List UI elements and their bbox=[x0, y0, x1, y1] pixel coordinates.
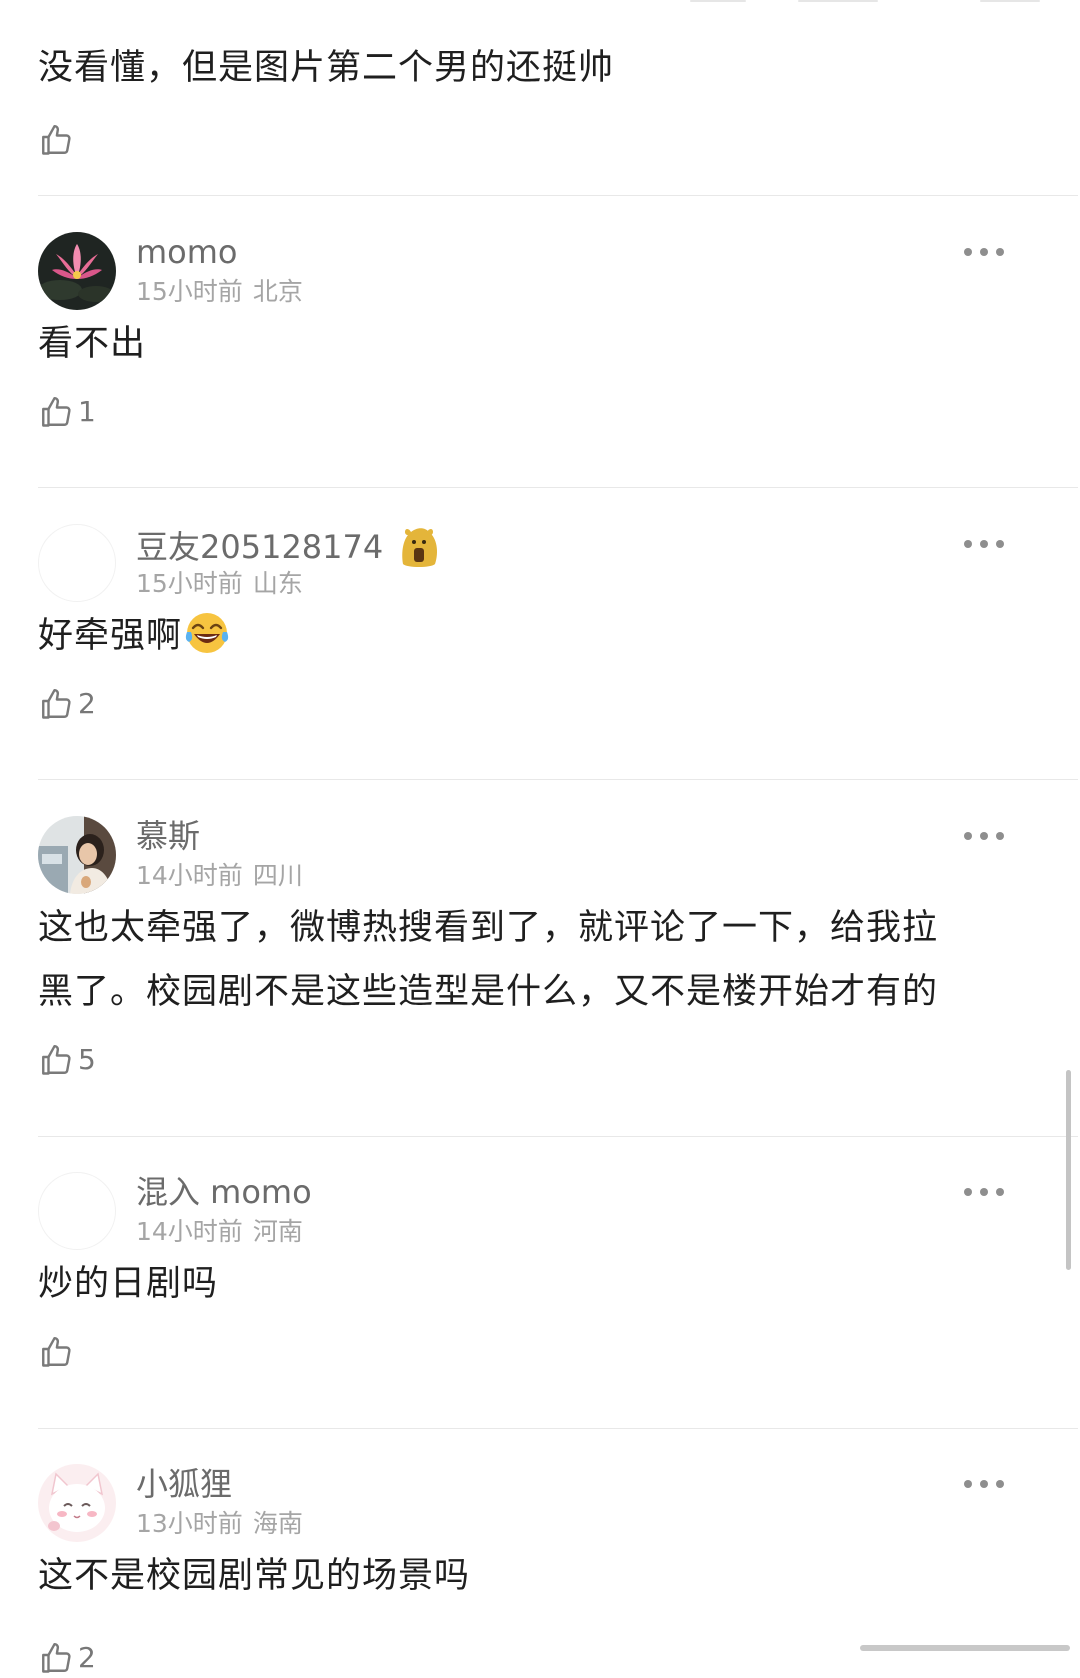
avatar[interactable] bbox=[38, 816, 116, 894]
top-partial-ui bbox=[690, 0, 1070, 4]
username[interactable]: 小狐狸 bbox=[136, 1464, 232, 1504]
like-button[interactable] bbox=[38, 120, 78, 160]
avatar[interactable] bbox=[38, 232, 116, 310]
avatar[interactable] bbox=[38, 1172, 116, 1250]
comment-text: 看不出 bbox=[38, 324, 147, 364]
comment-text: 炒的日剧吗 bbox=[38, 1264, 219, 1304]
comment-text: 这也太牵强了，微博热搜看到了，就评论了一下，给我拉 黑了。校园剧不是这些造型是什… bbox=[38, 896, 1028, 1024]
comment-time: 15小时前 bbox=[136, 277, 243, 306]
portrait-avatar-image bbox=[38, 816, 116, 894]
comment-text: 好牵强啊 bbox=[38, 604, 1028, 668]
comment-text: 这不是校园剧常见的场景吗 bbox=[38, 1556, 471, 1596]
more-options-button[interactable] bbox=[964, 1186, 1004, 1198]
divider bbox=[38, 1136, 1078, 1137]
divider bbox=[38, 487, 1078, 488]
like-button[interactable]: 2 bbox=[38, 684, 96, 724]
cat-avatar-image bbox=[38, 1464, 116, 1542]
comment-time: 14小时前 bbox=[136, 861, 243, 890]
comment-time: 15小时前 bbox=[136, 569, 243, 598]
comment-text: 没看懂，但是图片第二个男的还挺帅 bbox=[38, 48, 615, 88]
like-count: 2 bbox=[78, 687, 96, 720]
comment-meta: 14小时前 河南 bbox=[136, 1216, 303, 1248]
comment-meta: 15小时前 北京 bbox=[136, 276, 303, 308]
username[interactable]: 混入 momo bbox=[136, 1172, 312, 1212]
like-count: 1 bbox=[78, 395, 96, 428]
comment-meta: 14小时前 四川 bbox=[136, 860, 303, 892]
divider bbox=[38, 779, 1078, 780]
avatar[interactable] bbox=[38, 1464, 116, 1542]
tears-of-joy-emoji bbox=[185, 613, 229, 653]
username[interactable]: 豆友205128174 bbox=[136, 524, 441, 570]
like-count: 2 bbox=[78, 1641, 96, 1674]
comment-time: 14小时前 bbox=[136, 1217, 243, 1246]
divider bbox=[38, 195, 1078, 196]
home-indicator[interactable] bbox=[860, 1645, 1070, 1651]
comment-location: 北京 bbox=[252, 277, 303, 306]
more-options-button[interactable] bbox=[964, 830, 1004, 842]
divider bbox=[38, 1428, 1078, 1429]
more-options-button[interactable] bbox=[964, 538, 1004, 550]
thumbs-up-icon bbox=[42, 689, 71, 719]
comment-text-line: 这也太牵强了，微博热搜看到了，就评论了一下，给我拉 bbox=[38, 908, 939, 948]
comment-text-content: 好牵强啊 bbox=[38, 616, 183, 656]
thumbs-up-icon bbox=[42, 1643, 71, 1673]
like-button[interactable]: 1 bbox=[38, 392, 96, 432]
scrollbar[interactable] bbox=[1066, 1070, 1071, 1270]
more-options-button[interactable] bbox=[964, 1478, 1004, 1490]
username[interactable]: 慕斯 bbox=[136, 816, 200, 856]
comment-meta: 13小时前 海南 bbox=[136, 1508, 303, 1540]
like-button[interactable]: 5 bbox=[38, 1040, 96, 1080]
username-text: 豆友205128174 bbox=[136, 528, 384, 566]
like-button[interactable] bbox=[38, 1332, 78, 1372]
comment-location: 山东 bbox=[252, 569, 303, 598]
more-options-button[interactable] bbox=[964, 246, 1004, 258]
thumbs-up-icon bbox=[42, 1337, 71, 1367]
comment-time: 13小时前 bbox=[136, 1509, 243, 1538]
thumbs-up-icon bbox=[42, 1045, 71, 1075]
comment-meta: 15小时前 山东 bbox=[136, 568, 303, 600]
comment-location: 河南 bbox=[252, 1217, 303, 1246]
thumbs-up-icon bbox=[42, 397, 71, 427]
avatar[interactable] bbox=[38, 524, 116, 602]
like-button[interactable]: 2 bbox=[38, 1638, 96, 1678]
yellow-badge-icon bbox=[402, 528, 438, 567]
lotus-avatar-image bbox=[38, 232, 116, 310]
like-count: 5 bbox=[78, 1043, 96, 1076]
username[interactable]: momo bbox=[136, 232, 238, 272]
thumbs-up-icon bbox=[42, 125, 71, 155]
comment-location: 四川 bbox=[252, 861, 303, 890]
comment-text-line: 黑了。校园剧不是这些造型是什么，又不是楼开始才有的 bbox=[38, 972, 939, 1012]
comment-location: 海南 bbox=[252, 1509, 303, 1538]
comment-list-page: 没看懂，但是图片第二个男的还挺帅 momo 15小时前 北京 看不出 1 豆友2… bbox=[0, 0, 1080, 1674]
